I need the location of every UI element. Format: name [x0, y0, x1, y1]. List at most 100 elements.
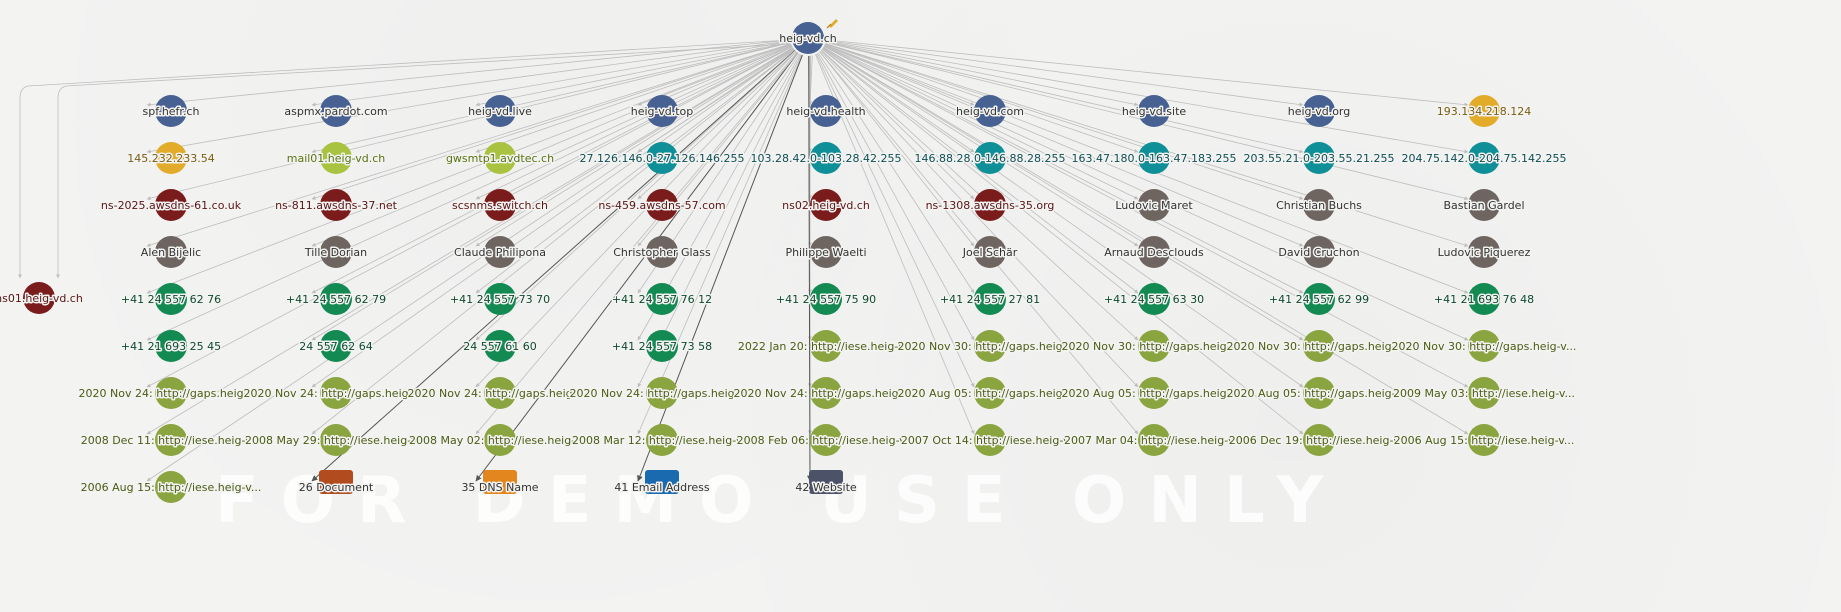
- node-ns-ns01-heig-vd-ch[interactable]: ns01.heig-vd.ch: [0, 282, 84, 314]
- node-ns-ns02-heig-vd-ch[interactable]: ns02.heig-vd.ch: [781, 189, 871, 221]
- edge-2020-nov-24-http-gaps-heig-v: [146, 46, 793, 388]
- node-netblock-203-55-21-0-203-55-21-255[interactable]: 203.55.21.0-203.55.21.255: [1242, 142, 1396, 174]
- node-phone-41-21-693-25-45[interactable]: +41 21 693 25 45: [119, 330, 223, 362]
- node-phone-41-24-557-73-70[interactable]: +41 24 557 73 70: [448, 283, 552, 315]
- node-phone-41-24-557-63-30[interactable]: +41 24 557 63 30: [1102, 283, 1206, 315]
- node-url-2020-nov-24-http-gaps-heig-v[interactable]: 2020 Nov 24: http://gaps.heig-v...: [406, 377, 594, 409]
- node-url-2020-nov-24-http-gaps-heig-v[interactable]: 2020 Nov 24: http://gaps.heig-v...: [242, 377, 430, 409]
- node-url-2008-mar-12-http-iese-heig-v[interactable]: 2008 Mar 12: http://iese.heig-v...: [570, 424, 754, 456]
- node-phone-41-24-557-27-81[interactable]: +41 24 557 27 81: [938, 283, 1042, 315]
- node-person-arnaud-desclouds[interactable]: Arnaud Desclouds: [1103, 236, 1206, 268]
- node-label: heig-vd.org: [1288, 105, 1350, 118]
- node-label: 24 557 61 60: [463, 340, 536, 353]
- node-label: 2008 Feb 06: http://iese.heig-v...: [737, 434, 916, 447]
- node-label: Bastian Gardel: [1444, 199, 1525, 212]
- node-label: 2008 May 29: http://iese.heig-v...: [245, 434, 427, 447]
- node-domain-heig-vd-site[interactable]: heig-vd.site: [1120, 95, 1188, 127]
- node-person-tille-dorian[interactable]: Tille Dorian: [302, 236, 369, 268]
- node-url-2020-nov-30-http-gaps-heig-v[interactable]: 2020 Nov 30: http://gaps.heig-v...: [1390, 330, 1578, 362]
- node-ns-ns-811-awsdns-37-net[interactable]: ns-811.awsdns-37.net: [274, 189, 399, 221]
- node-url-2008-dec-11-http-iese-heig-v[interactable]: 2008 Dec 11: http://iese.heig-v...: [79, 424, 263, 456]
- node-label: 27.126.146.0-27.126.146.255: [580, 152, 745, 165]
- node-label: +41 24 557 62 76: [121, 293, 221, 306]
- node-url-2020-nov-24-http-gaps-heig-v[interactable]: 2020 Nov 24: http://gaps.heig-v...: [77, 377, 265, 409]
- node-person-bastian-gardel[interactable]: Bastian Gardel: [1442, 189, 1526, 221]
- node-url-2020-nov-24-http-gaps-heig-v[interactable]: 2020 Nov 24: http://gaps.heig-v...: [568, 377, 756, 409]
- node-label: 2008 Mar 12: http://iese.heig-v...: [572, 434, 752, 447]
- node-url-2008-may-29-http-iese-heig-v[interactable]: 2008 May 29: http://iese.heig-v...: [243, 424, 429, 456]
- edges-layer: [18, 39, 1469, 482]
- node-url-2020-nov-24-http-gaps-heig-v[interactable]: 2020 Nov 24: http://gaps.heig-v...: [732, 377, 920, 409]
- node-label: 2022 Jan 20: http://iese.heig-v...: [738, 340, 914, 353]
- node-label: +41 24 557 73 58: [612, 340, 712, 353]
- pin-icon[interactable]: [826, 19, 838, 29]
- node-ns-scsnms-switch-ch[interactable]: scsnms.switch.ch: [450, 189, 550, 221]
- node-label: spf.hefr.ch: [143, 105, 200, 118]
- node-person-alen-bijelic[interactable]: Alen Bijelic: [139, 236, 203, 268]
- node-label: +41 21 693 76 48: [1434, 293, 1534, 306]
- node-person-christian-buchs[interactable]: Christian Buchs: [1275, 189, 1364, 221]
- node-label: Alen Bijelic: [141, 246, 201, 259]
- node-netblock-146-88-28-0-146-88-28-255[interactable]: 146.88.28.0-146.88.28.255: [913, 142, 1067, 174]
- node-url-2006-aug-15-http-iese-heig-v[interactable]: 2006 Aug 15: http://iese.heig-v...: [1392, 424, 1576, 456]
- node-url-2007-mar-04-http-iese-heig-v[interactable]: 2007 Mar 04: http://iese.heig-v...: [1062, 424, 1246, 456]
- node-phone-41-24-557-62-76[interactable]: +41 24 557 62 76: [119, 283, 223, 315]
- node-url-2009-may-03-http-iese-heig-v[interactable]: 2009 May 03: http://iese.heig-v...: [1391, 377, 1577, 409]
- node-url-2020-nov-30-http-gaps-heig-v[interactable]: 2020 Nov 30: http://gaps.heig-v...: [1225, 330, 1413, 362]
- node-label: +41 24 557 75 90: [776, 293, 876, 306]
- node-label: Christian Buchs: [1276, 199, 1362, 212]
- node-ns-ns-2025-awsdns-61-co-uk[interactable]: ns-2025.awsdns-61.co.uk: [99, 189, 243, 221]
- node-url-2006-dec-19-http-iese-heig-v[interactable]: 2006 Dec 19: http://iese.heig-v...: [1227, 424, 1411, 456]
- node-url-2020-nov-30-http-gaps-heig-v[interactable]: 2020 Nov 30: http://gaps.heig-v...: [1060, 330, 1248, 362]
- node-label: 41 Email Address: [614, 481, 710, 494]
- node-phone-41-24-557-75-90[interactable]: +41 24 557 75 90: [774, 283, 878, 315]
- node-url-2020-aug-05-http-gaps-heig-v[interactable]: 2020 Aug 05: http://gaps.heig-v...: [1060, 377, 1248, 409]
- node-label: aspmx.pardot.com: [284, 105, 387, 118]
- node-phone-41-24-557-73-58[interactable]: +41 24 557 73 58: [610, 330, 714, 362]
- node-netblock-204-75-142-0-204-75-142-255[interactable]: 204.75.142.0-204.75.142.255: [1400, 142, 1568, 174]
- node-ip-145-232-233-54[interactable]: 145.232.233.54: [126, 142, 216, 174]
- edge-2020-nov-24-http-gaps-heig-v: [475, 51, 797, 388]
- node-person-philippe-waelti[interactable]: Philippe Waelti: [784, 236, 868, 268]
- node-label: heig-vd.com: [956, 105, 1024, 118]
- node-label: Tille Dorian: [304, 246, 367, 259]
- node-mx-mail01-heig-vd-ch[interactable]: mail01.heig-vd.ch: [285, 142, 387, 174]
- node-ns-ns-1308-awsdns-35-org[interactable]: ns-1308.awsdns-35.org: [924, 189, 1056, 221]
- node-url-2020-aug-05-http-gaps-heig-v[interactable]: 2020 Aug 05: http://gaps.heig-v...: [1225, 377, 1413, 409]
- node-url-2020-aug-05-http-gaps-heig-v[interactable]: 2020 Aug 05: http://gaps.heig-v...: [896, 377, 1084, 409]
- node-label: 26 Document: [299, 481, 374, 494]
- node-label: +41 24 557 27 81: [940, 293, 1040, 306]
- node-phone-41-21-693-76-48[interactable]: +41 21 693 76 48: [1432, 283, 1536, 315]
- node-domain-heig-vd-health[interactable]: heig-vd.health: [785, 95, 867, 127]
- node-label: 2006 Aug 15: http://iese.heig-v...: [1394, 434, 1575, 447]
- node-label: 193.134.218.124: [1437, 105, 1531, 118]
- edge-alen-bijelic: [146, 43, 792, 247]
- node-label: +41 24 557 73 70: [450, 293, 550, 306]
- graph-canvas[interactable]: FOR DEMO USE ONLY spf.hefr.ch 145.232.233…: [0, 0, 1841, 612]
- node-phone-24-557-62-64[interactable]: 24 557 62 64: [298, 330, 374, 362]
- node-person-christopher-glass[interactable]: Christopher Glass: [612, 236, 713, 268]
- node-domain-heig-vd-com[interactable]: heig-vd.com: [955, 95, 1025, 127]
- node-ns-ns-459-awsdns-57-com[interactable]: ns-459.awsdns-57.com: [597, 189, 727, 221]
- node-domain-heig-vd-live[interactable]: heig-vd.live: [467, 95, 534, 127]
- edge-tille-dorian: [311, 45, 792, 247]
- node-url-2007-oct-14-http-iese-heig-v[interactable]: 2007 Oct 14: http://iese.heig-v...: [899, 424, 1081, 456]
- node-label: 2020 Nov 30: http://gaps.heig-v...: [1227, 340, 1412, 353]
- node-domain-aspmx-pardot-com[interactable]: aspmx.pardot.com: [283, 95, 389, 127]
- node-person-claude-philipona[interactable]: Claude Philipona: [453, 236, 547, 268]
- edge-41-24-557-62-99: [823, 45, 1304, 294]
- node-url-2020-nov-30-http-gaps-heig-v[interactable]: 2020 Nov 30: http://gaps.heig-v...: [896, 330, 1084, 362]
- node-domain-spf-hefr-ch[interactable]: spf.hefr.ch: [141, 95, 201, 127]
- node-ip-193-134-218-124[interactable]: 193.134.218.124: [1435, 95, 1533, 127]
- node-phone-41-24-557-62-79[interactable]: +41 24 557 62 79: [284, 283, 388, 315]
- node-label: 2020 Nov 24: http://gaps.heig-v...: [734, 387, 919, 400]
- node-url-2008-feb-06-http-iese-heig-v[interactable]: 2008 Feb 06: http://iese.heig-v...: [735, 424, 917, 456]
- node-label: Ludovic Maret: [1115, 199, 1193, 212]
- node-label: 2008 May 02: http://iese.heig-v...: [409, 434, 591, 447]
- node-label: 2020 Nov 30: http://gaps.heig-v...: [1062, 340, 1247, 353]
- node-url-2022-jan-20-http-iese-heig-v[interactable]: 2022 Jan 20: http://iese.heig-v...: [736, 330, 916, 362]
- node-phone-41-24-557-76-12[interactable]: +41 24 557 76 12: [610, 283, 714, 315]
- node-url-2008-may-02-http-iese-heig-v[interactable]: 2008 May 02: http://iese.heig-v...: [407, 424, 593, 456]
- node-label: 146.88.28.0-146.88.28.255: [915, 152, 1066, 165]
- node-label: 2020 Aug 05: http://gaps.heig-v...: [1227, 387, 1412, 400]
